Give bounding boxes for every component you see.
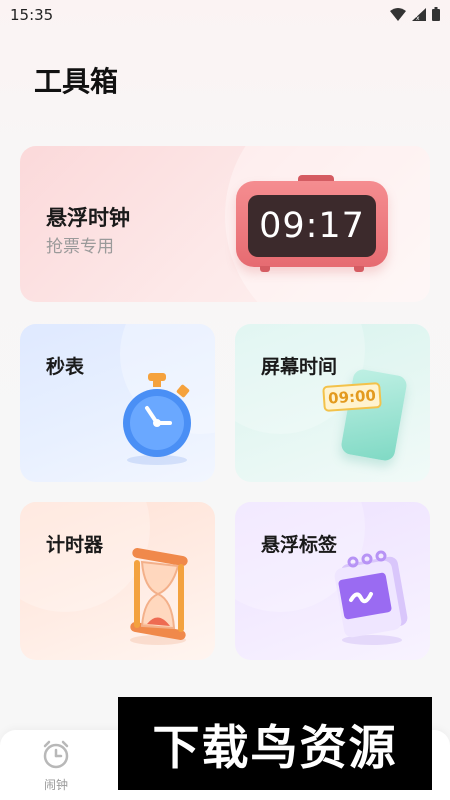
- stopwatch-title: 秒表: [46, 356, 85, 378]
- status-time: 15:35: [10, 6, 54, 24]
- timer-title: 计时器: [46, 534, 104, 556]
- alarm-clock-icon: [43, 740, 69, 769]
- stopwatch-illustration: [123, 373, 191, 465]
- timer-card[interactable]: 计时器: [20, 502, 215, 660]
- clock-leg-left: [260, 266, 270, 272]
- floating-clock-subtitle: 抢票专用: [46, 237, 114, 257]
- screen-time-display: 09:00: [327, 386, 377, 408]
- stopwatch-card[interactable]: 秒表: [20, 324, 215, 482]
- svg-text:x: x: [416, 15, 420, 21]
- status-bar: 15:35 x: [0, 0, 450, 30]
- page-title: 工具箱: [34, 65, 119, 98]
- status-icons: x: [390, 7, 440, 21]
- notepad-illustration: [334, 550, 408, 645]
- clock-leg-right: [354, 266, 364, 272]
- clock-screen: 09:17: [248, 195, 376, 257]
- signal-icon: x: [412, 7, 426, 21]
- watermark-text: 下载鸟资源: [152, 721, 398, 776]
- clock-body: 09:17: [236, 181, 388, 267]
- nav-item-alarm-label: 闹钟: [43, 778, 68, 792]
- floating-tag-title: 悬浮标签: [261, 534, 338, 556]
- floating-clock-title: 悬浮时钟: [46, 206, 130, 230]
- time-badge: 09:00: [322, 382, 382, 412]
- watermark-banner: 下载鸟资源: [118, 697, 432, 790]
- battery-icon: [432, 7, 440, 21]
- phone-time-illustration: 09:00: [322, 367, 423, 468]
- floating-tag-card[interactable]: 悬浮标签: [235, 502, 430, 660]
- alarm-clock-illustration: 09:17: [236, 175, 388, 272]
- wifi-icon: [390, 7, 406, 21]
- screen-time-card[interactable]: 屏幕时间 09:00: [235, 324, 430, 482]
- hourglass-illustration: [130, 548, 188, 645]
- nav-item-alarm[interactable]: 闹钟: [36, 738, 76, 794]
- clock-display-time: 09:17: [259, 206, 365, 246]
